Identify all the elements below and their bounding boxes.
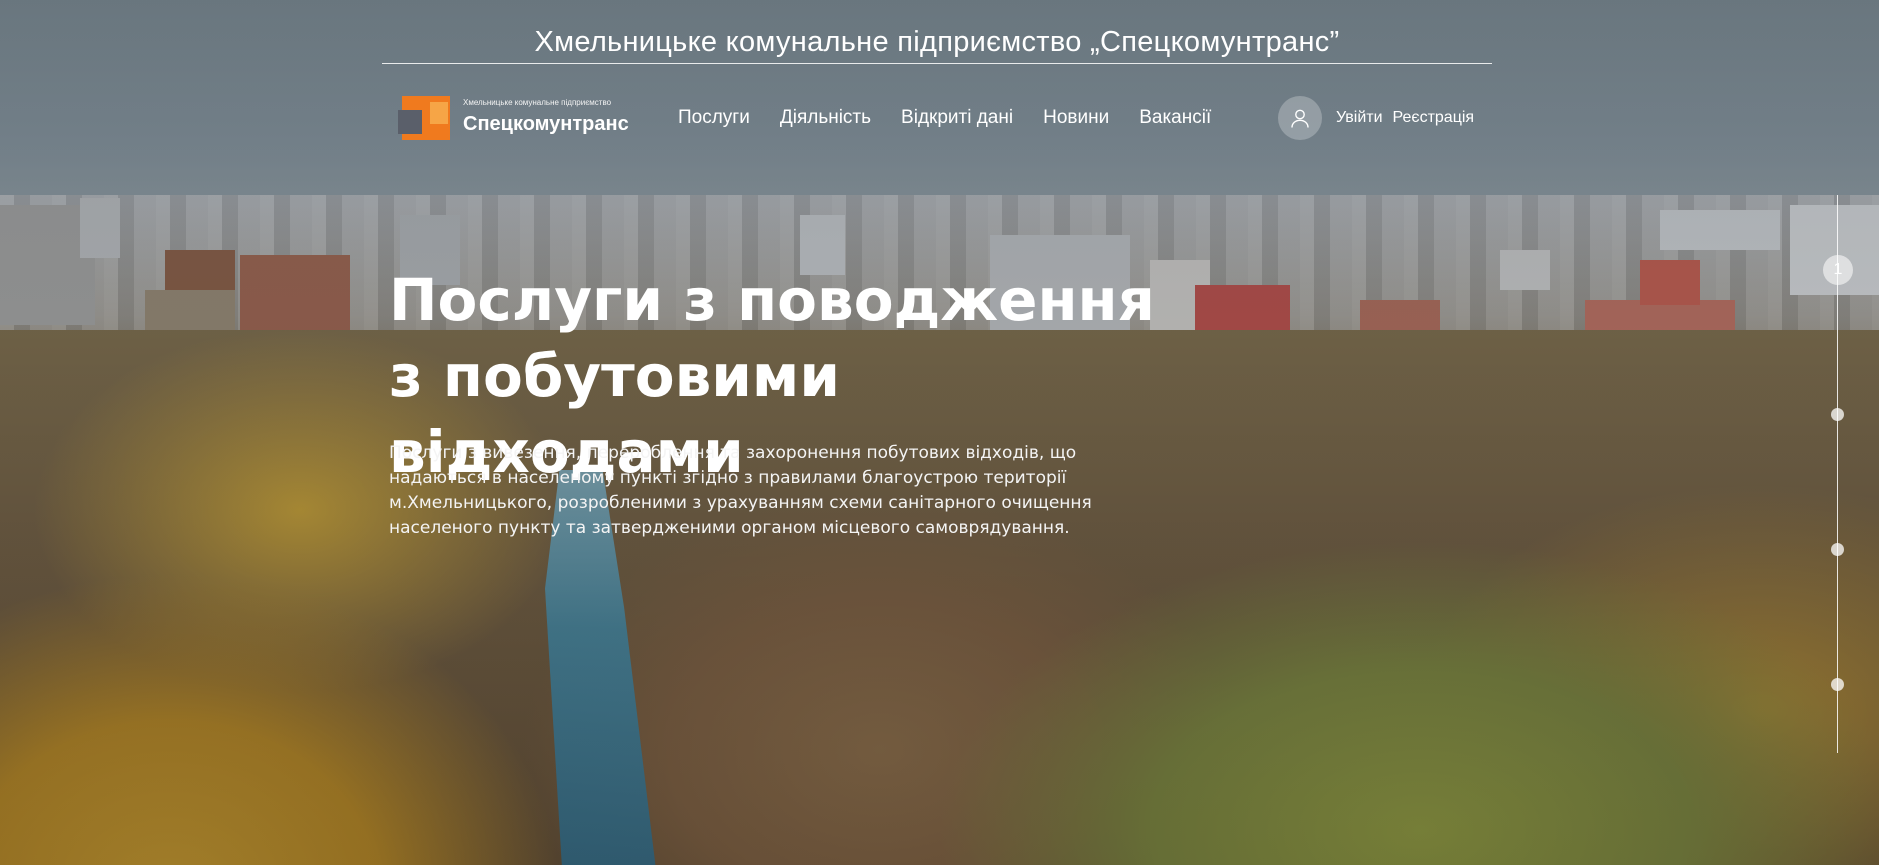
nav-item-services[interactable]: Послуги	[678, 104, 750, 132]
logo-mark-icon	[398, 96, 450, 140]
logo-name: Спецкомунтранс	[463, 113, 629, 135]
nav-item-news[interactable]: Новини	[1043, 104, 1109, 132]
login-link[interactable]: Увійти	[1336, 109, 1383, 127]
register-link[interactable]: Реєстрація	[1393, 109, 1475, 127]
slide-dot-4[interactable]	[1831, 678, 1844, 691]
slide-dot-2[interactable]	[1831, 408, 1844, 421]
user-area: Увійти Реєстрація	[1278, 95, 1474, 141]
slide-dot-1-active[interactable]: 1	[1823, 255, 1853, 285]
main-nav: Послуги Діяльність Відкриті дані Новини …	[678, 104, 1211, 132]
company-banner-title: Хмельницьке комунальне підприємство „Спе…	[534, 26, 1340, 58]
hero-description: Послуги з вивезення, перероблення та зах…	[389, 443, 1092, 538]
nav-item-vacancies[interactable]: Вакансії	[1139, 104, 1211, 132]
nav-item-activity[interactable]: Діяльність	[780, 104, 871, 132]
nav-item-open-data[interactable]: Відкриті дані	[901, 104, 1013, 132]
slide-dot-3[interactable]	[1831, 543, 1844, 556]
user-icon[interactable]	[1278, 96, 1322, 140]
company-logo[interactable]: Хмельницьке комунальне підприємство Спец…	[398, 93, 658, 143]
banner-divider	[382, 63, 1492, 64]
logo-subtitle: Хмельницьке комунальне підприємство	[463, 98, 612, 107]
